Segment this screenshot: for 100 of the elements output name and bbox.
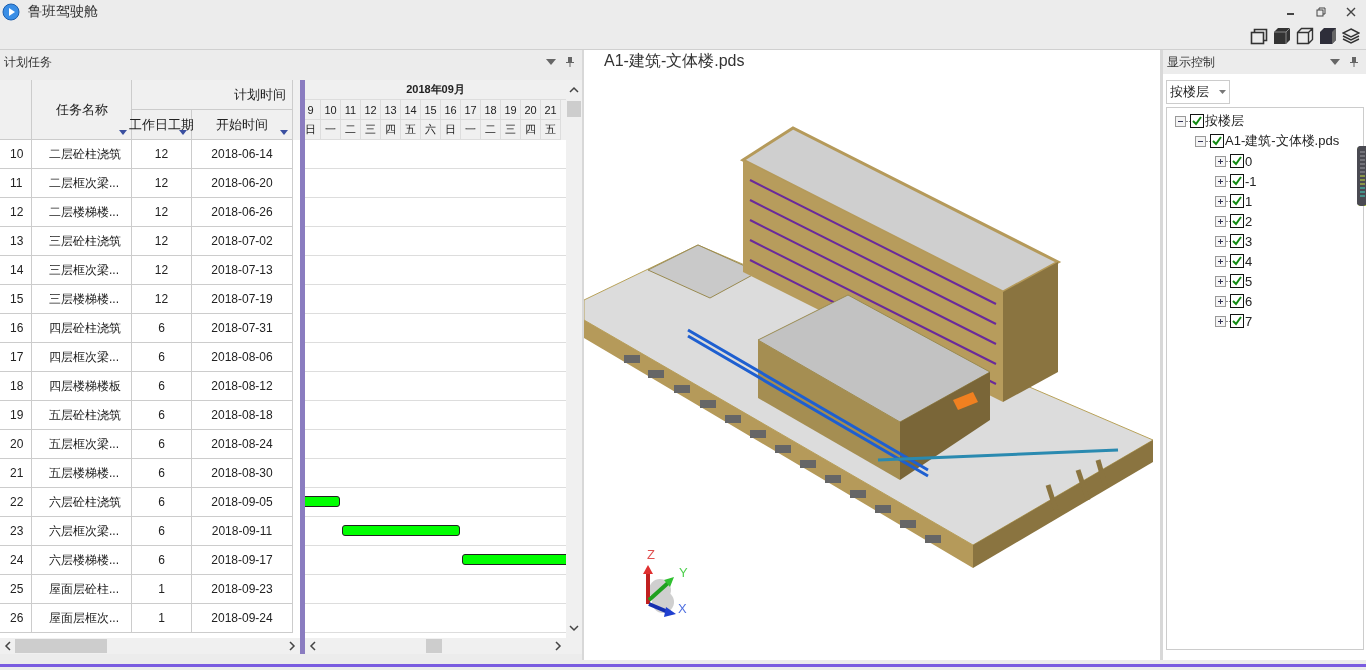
task-name-cell: 六层砼柱浇筑 [32, 488, 132, 517]
start-date-cell: 2018-06-14 [192, 140, 293, 169]
dropdown-icon[interactable] [1330, 59, 1340, 65]
sort-icon[interactable] [280, 130, 288, 135]
tree-item-label[interactable]: 7 [1245, 313, 1253, 329]
task-name-cell: 四层框次梁... [32, 343, 132, 372]
scroll-thumb[interactable] [566, 101, 581, 117]
scroll-left-icon[interactable] [309, 641, 316, 651]
row-number: 16 [0, 314, 32, 343]
window-icon[interactable] [1250, 27, 1268, 45]
tree-toggle-icon[interactable] [1215, 215, 1226, 227]
start-date-cell: 2018-07-31 [192, 314, 293, 343]
tree-item-label[interactable]: 0 [1245, 153, 1253, 169]
checkbox[interactable] [1230, 174, 1244, 188]
day-header: 12 [361, 100, 381, 120]
month-header: 2018年09月 [305, 80, 566, 100]
viewer-title: A1-建筑-文体楼.pds [603, 50, 746, 71]
task-name-cell: 四层砼柱浇筑 [32, 314, 132, 343]
sort-icon[interactable] [119, 130, 127, 135]
row-number: 12 [0, 198, 32, 227]
checkbox[interactable] [1230, 294, 1244, 308]
task-bar[interactable] [462, 554, 566, 565]
workdays-cell: 6 [132, 459, 192, 488]
checkbox[interactable] [1230, 234, 1244, 248]
row-number: 19 [0, 401, 32, 430]
workdays-cell: 12 [132, 227, 192, 256]
tree-toggle-icon[interactable] [1195, 135, 1206, 147]
scroll-right-icon[interactable] [555, 641, 562, 651]
task-name-cell: 五层框次梁... [32, 430, 132, 459]
checkbox[interactable] [1230, 254, 1244, 268]
checkbox[interactable] [1230, 194, 1244, 208]
row-number: 18 [0, 372, 32, 401]
task-name-cell: 三层砼柱浇筑 [32, 227, 132, 256]
day-header: 16 [441, 100, 461, 120]
task-bar[interactable] [342, 525, 460, 536]
workdays-cell: 1 [132, 575, 192, 604]
workdays-cell: 6 [132, 343, 192, 372]
tree-item-label[interactable]: -1 [1245, 173, 1257, 189]
mode-dropdown[interactable]: 按楼层 [1166, 80, 1230, 104]
workdays-cell: 12 [132, 256, 192, 285]
tree-toggle-icon[interactable] [1215, 315, 1226, 327]
start-date-cell: 2018-09-05 [192, 488, 293, 517]
scroll-thumb[interactable] [426, 639, 442, 653]
day-header: 21 [541, 100, 561, 120]
splitter-handle[interactable] [300, 80, 305, 654]
app-logo-icon [2, 3, 20, 21]
navigation-handle-icon[interactable] [1357, 146, 1366, 206]
row-number: 10 [0, 140, 32, 169]
tree-item-label[interactable]: 6 [1245, 293, 1253, 309]
checkbox[interactable] [1230, 274, 1244, 288]
close-icon[interactable] [1346, 7, 1356, 17]
tree-item-label[interactable]: 4 [1245, 253, 1253, 269]
tree-item-label[interactable]: 按楼层 [1205, 112, 1244, 130]
scroll-thumb[interactable] [15, 639, 107, 653]
scroll-up-icon[interactable] [568, 86, 579, 93]
row-number: 13 [0, 227, 32, 256]
wireframe-cube-icon[interactable] [1296, 27, 1314, 45]
tree-item-label[interactable]: 5 [1245, 273, 1253, 289]
scroll-right-icon[interactable] [289, 641, 296, 651]
tree-toggle-icon[interactable] [1215, 195, 1226, 207]
sort-icon[interactable] [179, 130, 187, 135]
dropdown-icon[interactable] [546, 59, 556, 65]
checkbox[interactable] [1210, 134, 1224, 148]
tree-toggle-icon[interactable] [1215, 255, 1226, 267]
pin-icon[interactable] [566, 57, 574, 67]
start-date-cell: 2018-08-06 [192, 343, 293, 372]
tree-item-label[interactable]: 1 [1245, 193, 1253, 209]
tree-toggle-icon[interactable] [1215, 235, 1226, 247]
start-date-cell: 2018-08-18 [192, 401, 293, 430]
workdays-cell: 12 [132, 198, 192, 227]
start-date-cell: 2018-07-13 [192, 256, 293, 285]
restore-icon[interactable] [1316, 7, 1326, 17]
horizontal-scrollbar[interactable] [0, 638, 300, 654]
tree-toggle-icon[interactable] [1215, 295, 1226, 307]
horizontal-scrollbar[interactable] [305, 638, 566, 654]
tree-item-label[interactable]: A1-建筑-文体楼.pds [1225, 132, 1340, 150]
tree-toggle-icon[interactable] [1175, 115, 1186, 127]
building-model-drawing[interactable] [584, 126, 1154, 568]
checkbox[interactable] [1230, 154, 1244, 168]
tree-item-label[interactable]: 2 [1245, 213, 1253, 229]
checkbox[interactable] [1190, 114, 1204, 128]
row-number: 25 [0, 575, 32, 604]
tree-toggle-icon[interactable] [1215, 155, 1226, 167]
pin-icon[interactable] [1350, 57, 1358, 67]
checkbox[interactable] [1230, 314, 1244, 328]
panel-title: 计划任务 [4, 53, 52, 71]
layers-icon[interactable] [1342, 27, 1360, 45]
workdays-cell: 6 [132, 546, 192, 575]
tree-item-label[interactable]: 3 [1245, 233, 1253, 249]
solid-cube-icon[interactable] [1273, 27, 1291, 45]
scroll-left-icon[interactable] [4, 641, 11, 651]
shaded-cube-icon[interactable] [1319, 27, 1337, 45]
day-header: 19 [501, 100, 521, 120]
scroll-down-icon[interactable] [568, 625, 579, 632]
caret-icon [1219, 90, 1226, 94]
row-number: 11 [0, 169, 32, 198]
tree-toggle-icon[interactable] [1215, 275, 1226, 287]
checkbox[interactable] [1230, 214, 1244, 228]
row-number: 20 [0, 430, 32, 459]
tree-toggle-icon[interactable] [1215, 175, 1226, 187]
